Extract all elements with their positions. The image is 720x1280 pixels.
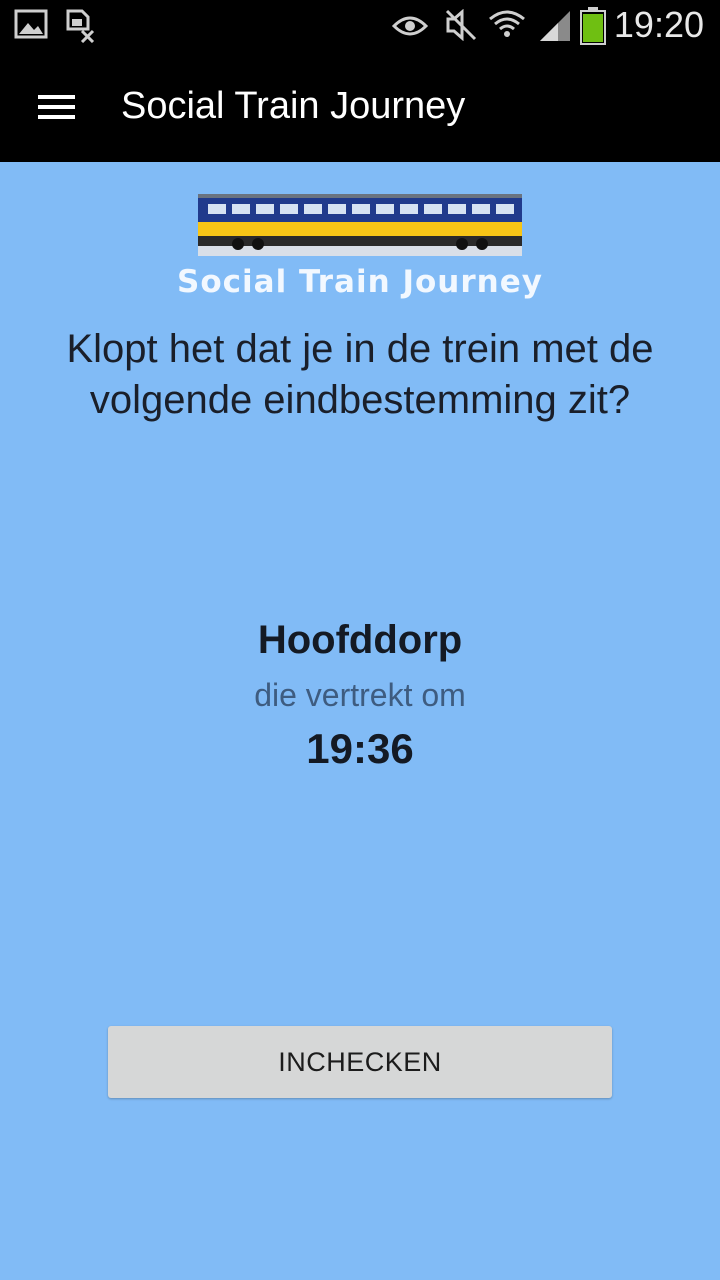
app-bar: Social Train Journey (0, 50, 720, 162)
departs-label: die vertrekt om (254, 677, 466, 713)
wifi-icon (489, 10, 525, 37)
signal-icon (540, 11, 570, 41)
logo-caption: Social Train Journey (177, 264, 543, 300)
confirmation-question: Klopt het dat je in de trein met de volg… (66, 327, 654, 422)
gallery-icon (14, 9, 48, 39)
train-logo-image (198, 194, 522, 256)
status-bar: 19:20 (0, 0, 720, 50)
app-title: Social Train Journey (121, 85, 466, 127)
eye-icon (392, 16, 428, 36)
departure-time: 19:36 (306, 725, 414, 772)
checkin-button[interactable]: INCHECKEN (108, 1026, 612, 1098)
menu-button[interactable] (22, 72, 90, 140)
hamburger-menu-icon (38, 95, 75, 119)
destination-name: Hoofddorp (257, 618, 463, 662)
main-content: Social Train Journey Klopt het dat je in… (0, 162, 720, 1280)
mute-icon (445, 9, 477, 41)
battery-icon (580, 7, 606, 45)
sim-off-icon (66, 9, 95, 43)
status-clock: 19:20 (613, 4, 704, 45)
